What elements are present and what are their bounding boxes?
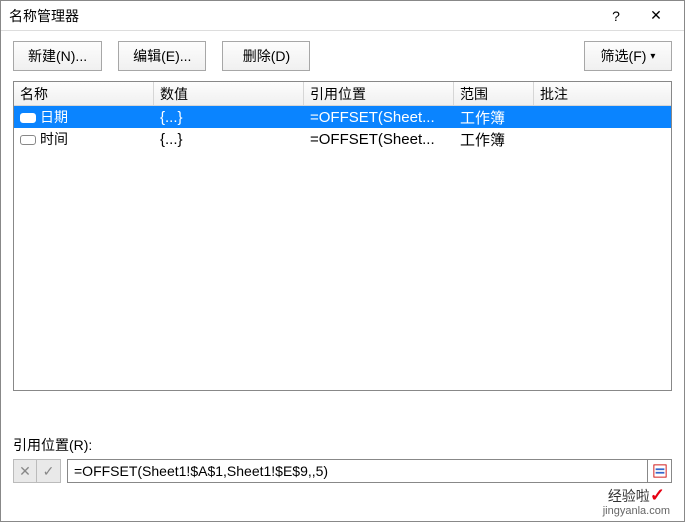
names-list: 名称 数值 引用位置 范围 批注 日期 {...} =OFFSET(Sheet.… — [13, 81, 672, 391]
row-name: 时间 — [40, 131, 68, 147]
row-refers: =OFFSET(Sheet... — [304, 130, 454, 149]
close-button[interactable]: ✕ — [636, 2, 676, 30]
delete-button[interactable]: 删除(D) — [222, 41, 310, 71]
row-value: {...} — [154, 130, 304, 149]
collapse-dialog-icon[interactable] — [648, 459, 672, 483]
check-icon: ✓ — [650, 485, 665, 505]
refersto-input[interactable] — [67, 459, 648, 483]
list-header: 名称 数值 引用位置 范围 批注 — [14, 82, 671, 106]
row-refers: =OFFSET(Sheet... — [304, 108, 454, 127]
row-comment — [534, 138, 671, 140]
list-row[interactable]: 时间 {...} =OFFSET(Sheet... 工作簿 — [14, 128, 671, 150]
edit-button[interactable]: 编辑(E)... — [118, 41, 206, 71]
row-name: 日期 — [40, 109, 68, 125]
watermark-main: 经验啦 — [608, 488, 650, 504]
row-comment — [534, 116, 671, 118]
confirm-edit-icon[interactable]: ✓ — [37, 459, 61, 483]
filter-button[interactable]: 筛选(F) — [584, 41, 672, 71]
column-header-name[interactable]: 名称 — [14, 82, 154, 105]
row-scope: 工作簿 — [454, 128, 534, 151]
refersto-label: 引用位置(R): — [13, 435, 672, 455]
titlebar: 名称管理器 ? ✕ — [1, 1, 684, 31]
row-name-cell: 日期 — [14, 106, 154, 128]
name-icon — [20, 113, 36, 123]
list-row[interactable]: 日期 {...} =OFFSET(Sheet... 工作簿 — [14, 106, 671, 128]
column-header-refers[interactable]: 引用位置 — [304, 82, 454, 105]
refersto-row: ✕ ✓ — [13, 459, 672, 483]
row-name-cell: 时间 — [14, 128, 154, 150]
cancel-edit-icon[interactable]: ✕ — [13, 459, 37, 483]
toolbar-spacer — [326, 41, 568, 71]
name-icon — [20, 135, 36, 145]
column-header-value[interactable]: 数值 — [154, 82, 304, 105]
help-button[interactable]: ? — [596, 2, 636, 30]
watermark-sub: jingyanla.com — [603, 506, 670, 517]
row-value: {...} — [154, 108, 304, 127]
watermark: 经验啦✓ jingyanla.com — [603, 485, 670, 517]
refersto-section: 引用位置(R): ✕ ✓ — [13, 435, 672, 483]
column-header-comment[interactable]: 批注 — [534, 82, 671, 105]
toolbar: 新建(N)... 编辑(E)... 删除(D) 筛选(F) — [1, 31, 684, 81]
column-header-scope[interactable]: 范围 — [454, 82, 534, 105]
window-title: 名称管理器 — [9, 6, 596, 26]
new-button[interactable]: 新建(N)... — [13, 41, 102, 71]
row-scope: 工作簿 — [454, 106, 534, 129]
